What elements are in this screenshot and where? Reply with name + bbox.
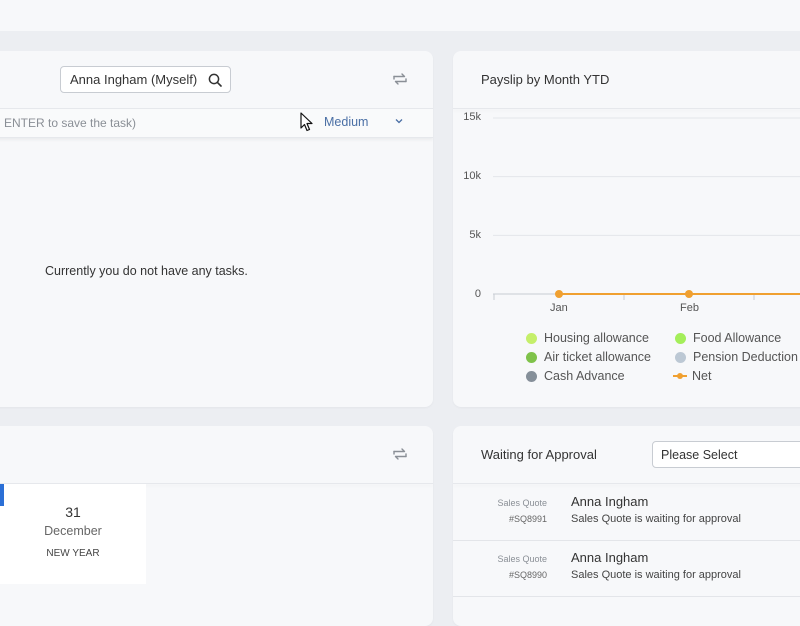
user-select-value: Anna Ingham (Myself) <box>70 72 198 87</box>
chevron-down-icon[interactable] <box>394 117 404 125</box>
task-input[interactable]: ENTER to save the task) Medium <box>0 108 433 138</box>
payslip-card: Payslip by Month YTD 15k 10k 5k 0 Jan Fe… <box>453 51 800 407</box>
event-month: December <box>44 524 102 538</box>
approval-description: Sales Quote is waiting for approval <box>571 513 741 525</box>
approval-card: Waiting for Approval Please Select Sales… <box>453 426 800 626</box>
legend-dot <box>526 370 537 382</box>
events-card: 31 December NEW YEAR <box>0 426 433 626</box>
legend-item[interactable]: Cash Advance <box>526 369 625 383</box>
top-bar <box>0 0 800 31</box>
legend-label: Cash Advance <box>544 369 625 383</box>
legend-dot <box>526 351 537 363</box>
approval-filter-select[interactable]: Please Select <box>652 441 800 468</box>
legend-label: Housing allowance <box>544 331 649 345</box>
approval-row[interactable]: Sales Quote #SQ8990 Anna Ingham Sales Qu… <box>453 540 800 597</box>
approval-description: Sales Quote is waiting for approval <box>571 569 741 581</box>
legend-item[interactable]: Housing allowance <box>526 331 649 345</box>
event-name: NEW YEAR <box>46 548 100 559</box>
legend-dot <box>526 332 537 344</box>
user-select[interactable]: Anna Ingham (Myself) <box>60 66 231 93</box>
empty-tasks-message: Currently you do not have any tasks. <box>45 264 248 278</box>
priority-select[interactable]: Medium <box>324 115 368 129</box>
task-input-placeholder: ENTER to save the task) <box>4 116 137 130</box>
legend-label: Pension Deduction <box>693 350 798 364</box>
approval-ref: #SQ8990 <box>508 570 547 580</box>
legend-dot <box>675 351 686 363</box>
approval-type: Sales Quote <box>497 498 547 508</box>
legend-item[interactable]: Food Allowance <box>675 331 781 345</box>
legend-item[interactable]: Net <box>673 369 711 383</box>
approval-row[interactable]: Sales Quote #SQ8991 Anna Ingham Sales Qu… <box>453 484 800 541</box>
x-tick-label: Feb <box>680 302 699 314</box>
legend-label: Food Allowance <box>693 331 782 345</box>
legend-label: Air ticket allowance <box>544 350 651 364</box>
mouse-cursor-icon <box>300 112 313 132</box>
data-point[interactable] <box>685 290 693 298</box>
legend-line-marker <box>673 373 687 379</box>
approval-type: Sales Quote <box>497 554 547 564</box>
legend-label: Net <box>692 369 712 383</box>
legend-dot <box>675 332 686 344</box>
data-point[interactable] <box>555 290 563 298</box>
refresh-icon[interactable] <box>392 71 408 87</box>
payslip-chart <box>493 117 800 300</box>
approval-ref: #SQ8991 <box>508 514 547 524</box>
legend-item[interactable]: Air ticket allowance <box>526 350 651 364</box>
legend-item[interactable]: Pension Deduction <box>675 350 798 364</box>
event-tile[interactable]: 31 December NEW YEAR <box>0 484 146 584</box>
event-day: 31 <box>65 504 81 520</box>
approval-requester: Anna Ingham <box>571 550 649 565</box>
search-icon[interactable] <box>208 73 222 87</box>
approval-title: Waiting for Approval <box>481 447 597 462</box>
approval-requester: Anna Ingham <box>571 494 649 509</box>
refresh-icon[interactable] <box>392 446 408 462</box>
event-accent-bar <box>0 484 4 506</box>
tasks-card: Anna Ingham (Myself) ENTER to save the t… <box>0 51 433 407</box>
x-tick-label: Jan <box>550 302 568 314</box>
